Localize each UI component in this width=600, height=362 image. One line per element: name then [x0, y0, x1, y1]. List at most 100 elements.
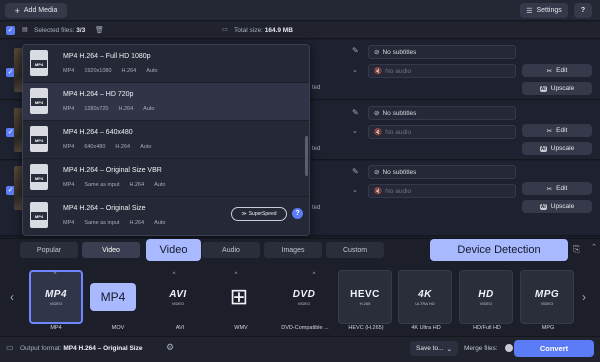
preset-item[interactable]: MP4 MP4 H.264 – Original Size VBR MP4 Sam… [23, 159, 309, 197]
rename-pencil-icon[interactable]: ✎ [352, 108, 359, 117]
mp4-callout: MP4 [90, 283, 136, 311]
preset-name: MP4 H.264 – HD 720p [63, 91, 134, 98]
scroll-right-arrow-icon[interactable]: › [582, 290, 586, 304]
format-label: DVD-Compatible ... [281, 325, 329, 331]
preset-specs: MP4 Same as input H.264 Auto [63, 182, 166, 188]
format-label: MP4 [50, 325, 62, 331]
tab-popular[interactable]: Popular [20, 242, 78, 258]
status-text: ted [312, 205, 321, 211]
tab-custom[interactable]: Custom [326, 242, 384, 258]
preset-dropdown: MP4 MP4 H.264 – Full HD 1080p MP4 1920x10… [22, 44, 310, 236]
preset-item[interactable]: MP4 MP4 H.264 – 640x480 MP4 640x480 H.264 A… [23, 121, 309, 159]
edit-button[interactable]: ✂ Edit [522, 64, 592, 77]
save-to-button[interactable]: Save to... ⌄ [410, 341, 458, 356]
preset-name: MP4 H.264 – 640x480 [63, 129, 133, 136]
status-text: ted [312, 85, 321, 91]
audio-select[interactable]: 🔇 No audio [368, 64, 516, 78]
mp4-file-icon: MP4 [30, 88, 48, 114]
preset-specs: MP4 Same as input H.264 Auto [63, 220, 166, 226]
output-format-value[interactable]: MP4 H.264 – Original Size [63, 345, 142, 352]
audio-value: No audio [385, 67, 412, 75]
upscale-label: Upscale [550, 145, 575, 152]
total-size-value: 164.9 MB [264, 27, 293, 34]
preset-item[interactable]: MP4 MP4 H.264 – HD 720p MP4 1280x720 H.264… [23, 83, 309, 121]
audio-select[interactable]: 🔇 No audio [368, 125, 516, 139]
edit-label: Edit [556, 127, 568, 134]
format-dvd[interactable]: DVD VIDEO [277, 270, 331, 324]
merge-files-toggle[interactable] [505, 344, 513, 352]
format-label: HD/Full HD [473, 325, 501, 331]
scroll-left-arrow-icon[interactable]: ‹ [10, 290, 14, 304]
rename-pencil-icon[interactable]: ✎ [352, 167, 359, 176]
total-size-text: Total size: 164.9 MB [234, 27, 293, 34]
ai-icon: AI [539, 145, 547, 152]
mp4-file-icon: MP4 [30, 126, 48, 152]
format-avi[interactable]: AVI VIDEO [151, 270, 205, 324]
tools-icon: ✂ [546, 67, 553, 75]
edit-button[interactable]: ✂ Edit [522, 182, 592, 195]
selected-files-label: Selected files: [34, 27, 75, 34]
preset-specs: MP4 640x480 H.264 Auto [63, 144, 152, 150]
upscale-button[interactable]: AI Upscale [522, 200, 592, 213]
selected-files-count: 3/3 [76, 27, 86, 34]
caret-up-icon: ^ [53, 272, 57, 278]
trash-icon[interactable]: 🗑 [95, 26, 104, 34]
selected-files-icon: ▤ [22, 27, 28, 33]
chevron-down-icon[interactable]: ⌄ [352, 127, 358, 135]
convert-button[interactable]: Convert [514, 340, 594, 357]
settings-sliders-icon: ☰ [526, 7, 533, 15]
upscale-button[interactable]: AI Upscale [522, 82, 592, 95]
subtitles-select[interactable]: ⊘ No subtitles [368, 165, 516, 179]
gear-icon[interactable]: ⚙ [166, 342, 174, 353]
audio-select[interactable]: 🔇 No audio [368, 184, 516, 198]
upscale-button[interactable]: AI Upscale [522, 142, 592, 155]
format-4k[interactable]: 4K ULTRA HD [398, 270, 452, 324]
upscale-label: Upscale [550, 203, 575, 210]
help-button[interactable]: ? [574, 3, 592, 18]
preset-name: MP4 H.264 – Original Size VBR [63, 167, 162, 174]
subtitles-value: No subtitles [382, 109, 417, 117]
avi-logo-icon: AVI [169, 288, 187, 300]
superspeed-label: SuperSpeed [248, 211, 277, 217]
preset-specs: MP4 1280x720 H.264 Auto [63, 106, 155, 112]
selected-files-text: Selected files: 3/3 [34, 27, 85, 34]
mp4-file-icon: MP4 [30, 202, 48, 228]
mp4-file-icon: MP4 [30, 164, 48, 190]
ai-icon: AI [539, 203, 547, 210]
device-detection-icon[interactable]: ⎘ [573, 244, 580, 255]
subtitles-value: No subtitles [382, 168, 417, 176]
chevron-down-icon[interactable]: ⌄ [352, 66, 358, 74]
select-all-checkbox[interactable]: ✓ [6, 26, 15, 35]
audio-value: No audio [385, 187, 412, 195]
preset-item[interactable]: MP4 MP4 H.264 – Full HD 1080p MP4 1920x10… [23, 45, 309, 83]
tools-icon: ✂ [546, 127, 553, 135]
add-media-button[interactable]: + Add Media [5, 3, 67, 18]
subtitles-select[interactable]: ⊘ No subtitles [368, 45, 516, 59]
rename-pencil-icon[interactable]: ✎ [352, 46, 359, 55]
tab-video[interactable]: Video [82, 242, 140, 258]
chevron-down-icon[interactable]: ⌄ [352, 186, 358, 194]
tab-images[interactable]: Images [264, 242, 322, 258]
preset-item[interactable]: MP4 MP4 H.264 – Original Size MP4 Same as… [23, 197, 309, 235]
settings-button[interactable]: ☰ Settings [520, 3, 568, 18]
audio-off-icon: 🔇 [374, 129, 383, 136]
dropdown-scrollbar[interactable] [305, 136, 308, 176]
video-callout: Video [146, 239, 201, 261]
edit-label: Edit [556, 185, 568, 192]
format-hevc[interactable]: HEVC H.265 [338, 270, 392, 324]
tab-audio[interactable]: Audio [202, 242, 260, 258]
info-help-icon[interactable]: ? [292, 208, 303, 219]
subtitles-off-icon: ⊘ [374, 49, 380, 56]
preset-specs: MP4 1920x1080 H.264 Auto [63, 68, 158, 74]
add-media-label: Add Media [23, 7, 58, 14]
format-wmv[interactable]: ⊞ [212, 270, 266, 324]
format-mp4[interactable]: MP4 VIDEO [29, 270, 83, 324]
edit-button[interactable]: ✂ Edit [522, 124, 592, 137]
format-hd[interactable]: HD VIDEO [459, 270, 513, 324]
output-format-icon: ▭ [6, 343, 14, 352]
collapse-chevron-icon[interactable]: ⌃ [591, 243, 597, 251]
subtitles-select[interactable]: ⊘ No subtitles [368, 106, 516, 120]
format-mpg[interactable]: MPG VIDEO [520, 270, 574, 324]
subtitles-off-icon: ⊘ [374, 110, 380, 117]
chevron-down-icon: ⌄ [446, 345, 452, 353]
